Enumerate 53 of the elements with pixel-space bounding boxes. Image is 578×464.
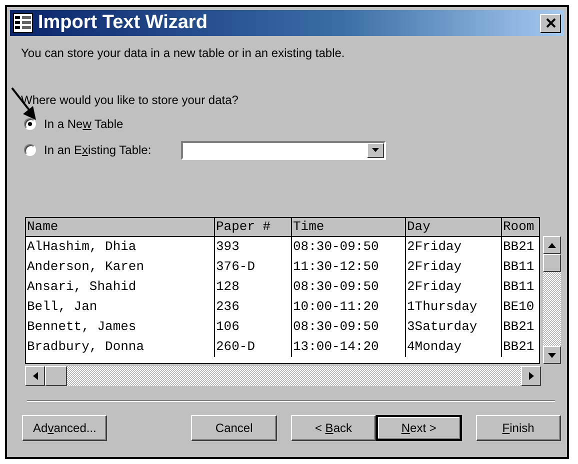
wizard-button[interactable]: < Back: [290, 415, 376, 441]
table-cell: 3Saturday: [406, 317, 502, 337]
wizard-button[interactable]: Cancel: [191, 415, 277, 441]
option-label[interactable]: In an Existing Table:: [44, 143, 172, 157]
vertical-scrollbar[interactable]: [543, 236, 561, 364]
down-arrow-icon: [548, 352, 556, 358]
table-cell: 393: [214, 236, 292, 257]
table-cell: 236: [214, 297, 292, 317]
table-cell: 106: [214, 317, 292, 337]
column-header[interactable]: Time: [292, 218, 406, 236]
wizard-button[interactable]: Advanced...: [22, 415, 108, 441]
option-label[interactable]: In a New Table: [44, 117, 172, 131]
table-cell: 08:30-09:50: [292, 317, 406, 337]
caret-icon: [372, 148, 379, 152]
column-header[interactable]: Room: [502, 218, 540, 236]
table-cell: 1Thursday: [406, 297, 502, 317]
table-cell: 376-D: [214, 257, 292, 277]
column-header[interactable]: Paper #: [214, 218, 292, 236]
wizard-button[interactable]: Next >: [376, 415, 462, 441]
table-icon: [13, 13, 33, 33]
table-cell: 08:30-09:50: [292, 277, 406, 297]
scrollbar-thumb[interactable]: [45, 366, 67, 386]
table-cell: 128: [214, 277, 292, 297]
window-title: Import Text Wizard: [38, 12, 208, 34]
table-cell: 4Monday: [406, 337, 502, 357]
table-cell: Bell, Jan: [26, 297, 214, 317]
table-cell: 11:30-12:50: [292, 257, 406, 277]
table-cell: Bradbury, Donna: [26, 337, 214, 357]
wizard-button[interactable]: Finish: [476, 415, 561, 441]
scrollbar-thumb[interactable]: [543, 254, 561, 272]
table-cell: 260-D: [214, 337, 292, 357]
table-cell: Bennett, James: [26, 317, 214, 337]
table-cell: Anderson, Karen: [26, 257, 214, 277]
right-arrow-icon: [528, 372, 534, 380]
close-icon: [546, 18, 556, 28]
table-cell: AlHashim, Dhia: [26, 236, 214, 257]
left-arrow-icon: [32, 372, 38, 380]
column-header[interactable]: Name: [26, 218, 214, 236]
table-cell: 08:30-09:50: [292, 236, 406, 257]
table-cell: 2Friday: [406, 277, 502, 297]
radio-button[interactable]: [24, 144, 36, 156]
horizontal-scrollbar[interactable]: [25, 366, 541, 386]
table-cell: 10:00-11:20: [292, 297, 406, 317]
table-cell: 2Friday: [406, 236, 502, 257]
table-dropdown[interactable]: [181, 140, 386, 160]
close-button[interactable]: [540, 14, 561, 32]
table-cell: Ansari, Shahid: [26, 277, 214, 297]
table-cell: 13:00-14:20: [292, 337, 406, 357]
radio-button[interactable]: [24, 118, 36, 130]
column-header[interactable]: Day: [406, 218, 502, 236]
table-cell: 2Friday: [406, 257, 502, 277]
description-text: You can store your data in a new table or in an existing table.: [21, 46, 346, 60]
up-arrow-icon: [548, 242, 556, 248]
